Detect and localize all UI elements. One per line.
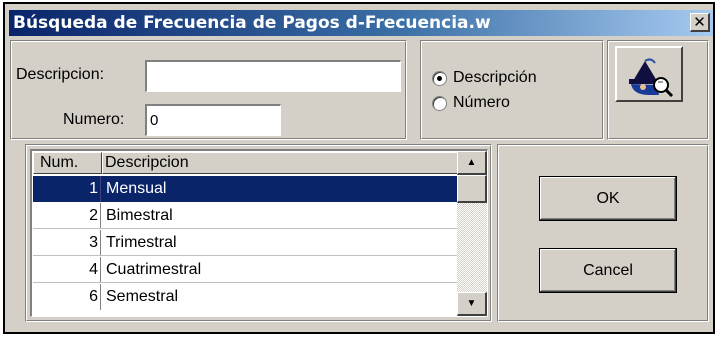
row-num: 4: [33, 257, 101, 283]
numero-input[interactable]: [147, 106, 280, 135]
row-divider: [33, 228, 458, 229]
column-header-descripcion-label: Descripcion: [105, 154, 189, 171]
title-bar[interactable]: Búsqueda de Frecuencia de Pagos d-Frecue…: [9, 10, 713, 36]
radio-numero-label: Número: [453, 94, 510, 111]
scroll-thumb[interactable]: [457, 175, 487, 203]
row-num: 1: [33, 176, 101, 202]
arrow-up-icon: ▲: [466, 157, 477, 168]
cancel-button[interactable]: Cancel: [539, 248, 677, 293]
row-descripcion: Trimestral: [106, 234, 177, 251]
search-help-button[interactable]: [615, 46, 683, 102]
ok-button[interactable]: OK: [539, 176, 677, 221]
table-row[interactable]: 2 Bimestral: [33, 203, 458, 229]
window-title: Búsqueda de Frecuencia de Pagos d-Frecue…: [13, 13, 491, 33]
close-icon: ✕: [693, 14, 706, 31]
vertical-scrollbar[interactable]: ▲ ▼: [457, 151, 487, 316]
table-row[interactable]: 4 Cuatrimestral: [33, 257, 458, 283]
close-button[interactable]: ✕: [690, 13, 710, 32]
radio-unchecked-icon: [432, 95, 447, 111]
row-divider: [33, 255, 458, 256]
descripcion-field-box: [145, 60, 401, 92]
column-header-num[interactable]: Num.: [33, 152, 102, 174]
radio-descripcion[interactable]: Descripción: [432, 69, 537, 87]
descripcion-label: Descripcion:: [16, 66, 105, 83]
row-num: 3: [33, 230, 101, 256]
row-num: 2: [33, 203, 101, 229]
radio-checked-icon: [432, 70, 447, 86]
numero-field-box: [145, 104, 281, 136]
row-descripcion: Cuatrimestral: [106, 261, 202, 278]
scroll-down-button[interactable]: ▼: [457, 292, 487, 316]
arrow-down-icon: ▼: [466, 298, 477, 309]
descripcion-input[interactable]: [147, 62, 400, 91]
radio-descripcion-label: Descripción: [453, 69, 537, 86]
table-row[interactable]: 3 Trimestral: [33, 230, 458, 256]
detective-search-icon: [629, 58, 674, 97]
table-row[interactable]: 1 Mensual: [33, 176, 458, 202]
action-button-group: [497, 144, 709, 322]
column-header-num-label: Num.: [40, 154, 79, 171]
scroll-up-button[interactable]: ▲: [457, 151, 487, 175]
row-descripcion: Semestral: [106, 288, 179, 305]
row-descripcion: Bimestral: [106, 207, 173, 224]
column-header-descripcion[interactable]: Descripcion: [102, 152, 458, 174]
sort-option-group: [420, 40, 604, 140]
radio-numero[interactable]: Número: [432, 94, 510, 112]
table-row[interactable]: 6 Semestral: [33, 284, 458, 310]
frecuencia-browse-table[interactable]: Num. Descripcion 1 Mensual 2 Bimestral 3…: [30, 149, 488, 317]
numero-label: Numero:: [63, 111, 125, 128]
row-num: 6: [33, 284, 101, 310]
row-descripcion: Mensual: [106, 180, 167, 197]
row-divider: [33, 282, 458, 283]
